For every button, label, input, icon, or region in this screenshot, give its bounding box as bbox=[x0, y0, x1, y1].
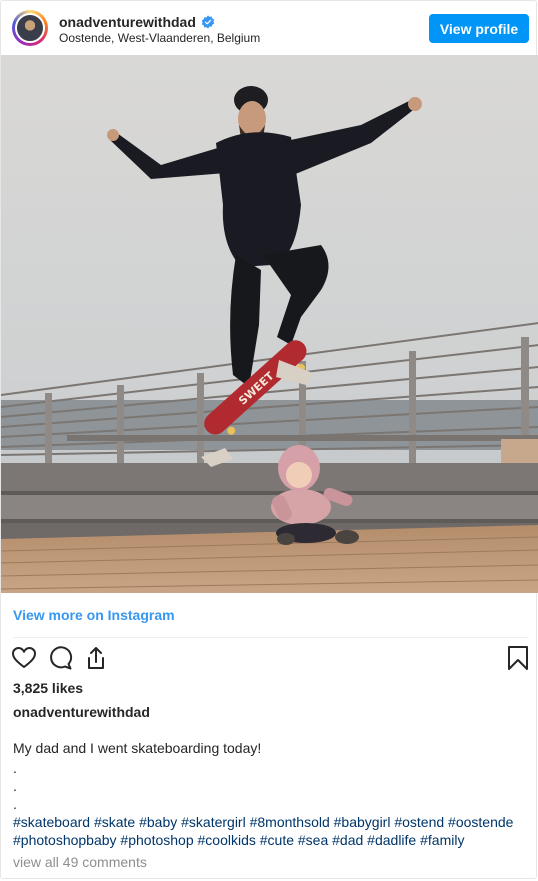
photo-illustration: SWEET bbox=[1, 55, 538, 593]
hashtags-line[interactable]: #skateboard #skate #baby #skatergirl #8m… bbox=[13, 813, 529, 831]
heart-icon[interactable] bbox=[11, 645, 37, 671]
instagram-embed: onadventurewithdad Oostende, West-Vlaand… bbox=[0, 0, 538, 879]
user-line: onadventurewithdad bbox=[59, 13, 215, 31]
avatar-image bbox=[15, 13, 45, 43]
caption-dot: . bbox=[13, 796, 17, 812]
hashtags-line[interactable]: #photoshopbaby #photoshop #coolkids #cut… bbox=[13, 831, 529, 849]
location-link[interactable]: Oostende, West-Vlaanderen, Belgium bbox=[59, 31, 260, 45]
share-icon[interactable] bbox=[83, 645, 109, 671]
caption-author[interactable]: onadventurewithdad bbox=[13, 704, 150, 720]
caption-dot: . bbox=[13, 760, 17, 776]
post-header: onadventurewithdad Oostende, West-Vlaand… bbox=[1, 1, 538, 55]
verified-badge-icon bbox=[201, 15, 215, 29]
divider bbox=[13, 637, 529, 638]
post-photo[interactable]: SWEET bbox=[1, 55, 538, 593]
caption-dot: . bbox=[13, 778, 17, 794]
caption-text: My dad and I went skateboarding today! bbox=[13, 740, 262, 756]
likes-count[interactable]: 3,825 likes bbox=[13, 680, 83, 696]
avatar[interactable] bbox=[12, 10, 48, 46]
comment-icon[interactable] bbox=[47, 645, 73, 671]
view-profile-button[interactable]: View profile bbox=[429, 14, 529, 43]
view-comments-link[interactable]: view all 49 comments bbox=[13, 854, 147, 870]
bookmark-icon[interactable] bbox=[505, 645, 531, 671]
caption: My dad and I went skateboarding today! .… bbox=[13, 739, 529, 849]
username-link[interactable]: onadventurewithdad bbox=[59, 14, 196, 30]
view-more-link[interactable]: View more on Instagram bbox=[13, 607, 175, 623]
